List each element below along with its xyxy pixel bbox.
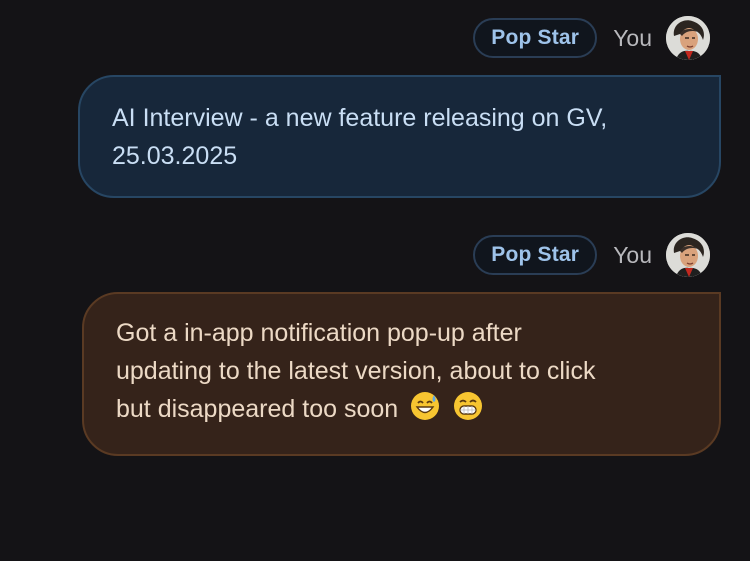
message-text-line: Got a in-app notification pop-up after bbox=[116, 319, 522, 347]
message-bubble[interactable]: AI Interview - a new feature releasing o… bbox=[78, 75, 721, 198]
message-text-line: 25.03.2025 bbox=[112, 142, 238, 170]
message-header: Pop Star You bbox=[473, 232, 710, 278]
grinning-face-with-sweat-icon bbox=[411, 392, 440, 420]
sender-name: You bbox=[613, 24, 652, 51]
user-badge[interactable]: Pop Star bbox=[473, 18, 598, 58]
message-bubble[interactable]: Got a in-app notification pop-up after u… bbox=[82, 292, 721, 456]
beethoven-portrait-icon bbox=[666, 16, 710, 60]
message-text-line: AI Interview - a new feature releasing o… bbox=[112, 104, 608, 132]
message-header: Pop Star You bbox=[473, 15, 710, 61]
message-text-line-with-emoji: but disappeared too soon bbox=[116, 390, 689, 428]
message-text-line: but disappeared too soon bbox=[116, 395, 399, 423]
chat-thread: Pop Star You AI Interview - a new featur… bbox=[0, 0, 750, 561]
user-badge[interactable]: Pop Star bbox=[473, 235, 598, 275]
avatar[interactable] bbox=[666, 233, 710, 277]
message-text-line: updating to the latest version, about to… bbox=[116, 357, 596, 385]
beaming-face-icon bbox=[454, 392, 483, 420]
avatar[interactable] bbox=[666, 16, 710, 60]
sender-name: You bbox=[613, 241, 652, 268]
beethoven-portrait-icon bbox=[666, 233, 710, 277]
